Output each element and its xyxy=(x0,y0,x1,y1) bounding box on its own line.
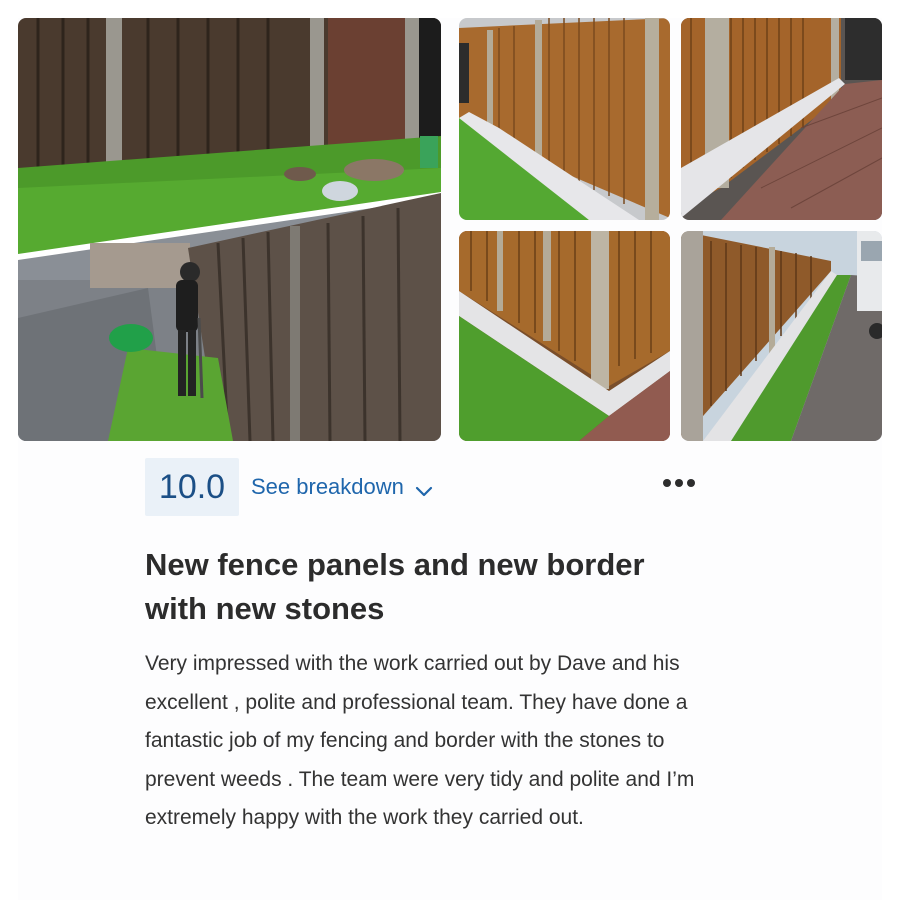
photo-image xyxy=(459,231,670,441)
review-body: Very impressed with the work carried out… xyxy=(145,652,695,829)
rating-row: 10.0 See breakdown xyxy=(145,458,705,516)
photo-image xyxy=(18,18,441,441)
chevron-down-icon xyxy=(414,477,434,497)
photo-image xyxy=(681,18,882,220)
photo-image xyxy=(459,18,670,220)
more-dot xyxy=(663,479,671,487)
photo-image xyxy=(681,231,882,441)
fence-photo-old-fence-and-worker[interactable] xyxy=(18,18,441,441)
see-breakdown-button[interactable]: See breakdown xyxy=(251,470,434,504)
see-breakdown-label: See breakdown xyxy=(251,474,404,499)
review-score-badge: 10.0 xyxy=(145,458,239,516)
more-dot xyxy=(675,479,683,487)
fence-photo-new-panels-corner[interactable] xyxy=(459,231,670,441)
more-options-icon[interactable] xyxy=(659,468,699,498)
more-dot xyxy=(687,479,695,487)
fence-photo-new-panels-long-run[interactable] xyxy=(681,231,882,441)
review-title: New fence panels and new border with new… xyxy=(145,547,645,626)
fence-photo-new-panels-driveway[interactable] xyxy=(681,18,882,220)
fence-photo-new-panels-lawn[interactable] xyxy=(459,18,670,220)
